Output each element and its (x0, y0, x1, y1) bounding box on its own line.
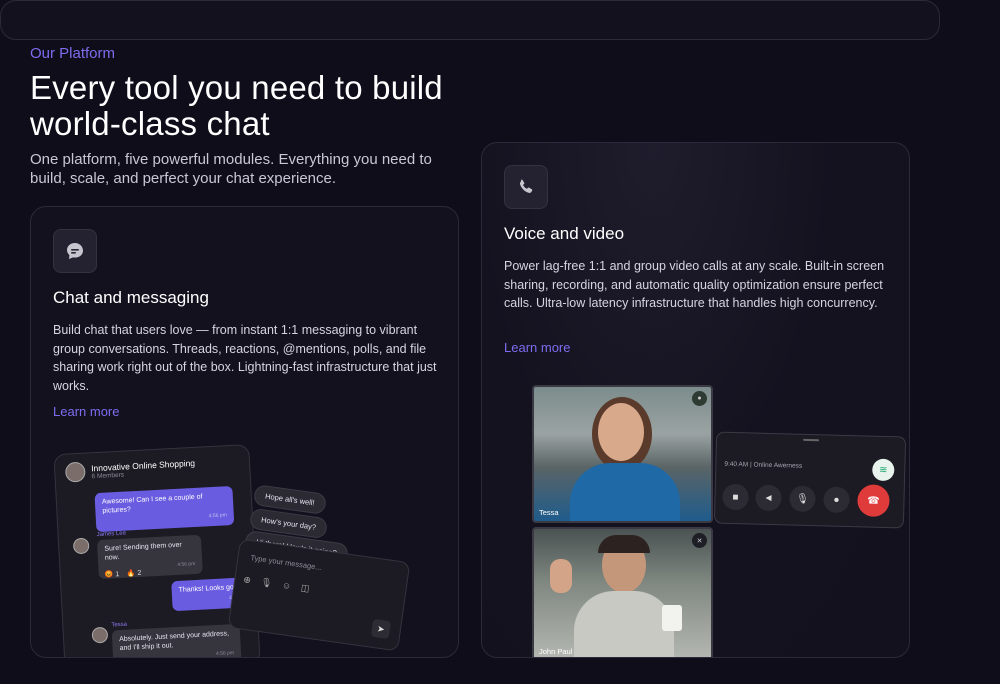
mic-icon[interactable]: 🎙 (260, 577, 273, 589)
coffee-mug (662, 605, 682, 631)
eyebrow: Our Platform (30, 45, 116, 62)
learn-more-link[interactable]: Learn more (504, 340, 570, 355)
message-text: Sure! Sending them over now. (104, 541, 182, 562)
record-icon[interactable]: ● (823, 486, 850, 514)
chat-mock-header: Innovative Online Shopping 6 Members (54, 445, 250, 491)
participant-face (598, 403, 644, 461)
composer-placeholder: Type your message... (249, 553, 323, 573)
plus-icon[interactable]: ⊕ (243, 574, 252, 586)
chat-messaging-card: Chat and messaging Build chat that users… (30, 206, 459, 658)
participant-name: John Paul (539, 647, 573, 656)
message-bubble: Awesome! Can I see a couple of pictures?… (94, 485, 235, 533)
call-status: 9:40 AM | Online Awerness (724, 460, 803, 470)
voice-video-card: Voice and video Power lag-free 1:1 and g… (481, 142, 910, 658)
sender-name: James Lee (96, 530, 127, 539)
speaking-indicator-icon: ● (692, 391, 707, 406)
card-title: Chat and messaging (53, 288, 209, 307)
participant-hair (598, 535, 650, 553)
message-text: Awesome! Can I see a couple of pictures? (101, 493, 203, 515)
participant-name: Tessa (539, 508, 559, 517)
page-subtitle: One platform, five powerful modules. Eve… (30, 151, 432, 187)
chat-bubble-icon (53, 229, 97, 273)
waving-hand (550, 559, 572, 593)
reaction-fire[interactable]: 🔥 2 (127, 569, 142, 578)
chat-mock-phone: Innovative Online Shopping 6 Members Awe… (53, 444, 261, 657)
call-controls-panel: 9:40 AM | Online Awerness ≋ ■ ◄ 🎙 ● ☎ (713, 431, 907, 529)
speaker-icon[interactable]: ◄ (755, 484, 782, 512)
video-tile: ✕ John Paul (532, 527, 713, 657)
avatar (72, 537, 90, 555)
learn-more-link[interactable]: Learn more (53, 404, 119, 419)
drag-handle[interactable] (803, 438, 820, 442)
emoji-icon[interactable]: ☺ (281, 580, 292, 592)
send-icon[interactable]: ➤ (370, 618, 392, 640)
avatar (91, 626, 109, 644)
composer-toolbar: ⊕ 🎙 ☺ ◫ (243, 574, 310, 594)
reaction-angry[interactable]: 😡 1 (105, 570, 120, 579)
end-call-button[interactable]: ☎ (857, 484, 890, 518)
microphone-icon[interactable]: 🎙 (789, 485, 816, 513)
page-title: Every tool you need to build world-class… (30, 70, 443, 142)
message-text: Absolutely. Just send your address, and … (118, 630, 230, 653)
audio-wave-icon: ≋ (872, 458, 895, 482)
page-title-line-1: Every tool you need to build (30, 69, 443, 106)
camera-icon[interactable]: ■ (722, 483, 749, 511)
sender-name: Tessa (111, 621, 128, 629)
message-bubble: Absolutely. Just send your address, and … (111, 623, 242, 657)
sticker-icon[interactable]: ◫ (300, 582, 310, 594)
participant-sweater (574, 591, 674, 657)
phone-icon (504, 165, 548, 209)
card-description: Build chat that users love — from instan… (53, 323, 437, 393)
next-module-card (0, 0, 940, 40)
video-tile: ● Tessa (532, 385, 713, 523)
avatar (64, 461, 86, 483)
mic-muted-icon: ✕ (692, 533, 707, 548)
card-title: Voice and video (504, 224, 625, 243)
participant-sweater (570, 463, 680, 521)
card-description: Power lag-free 1:1 and group video calls… (504, 259, 885, 310)
page-title-line-2: world-class chat (30, 105, 270, 142)
